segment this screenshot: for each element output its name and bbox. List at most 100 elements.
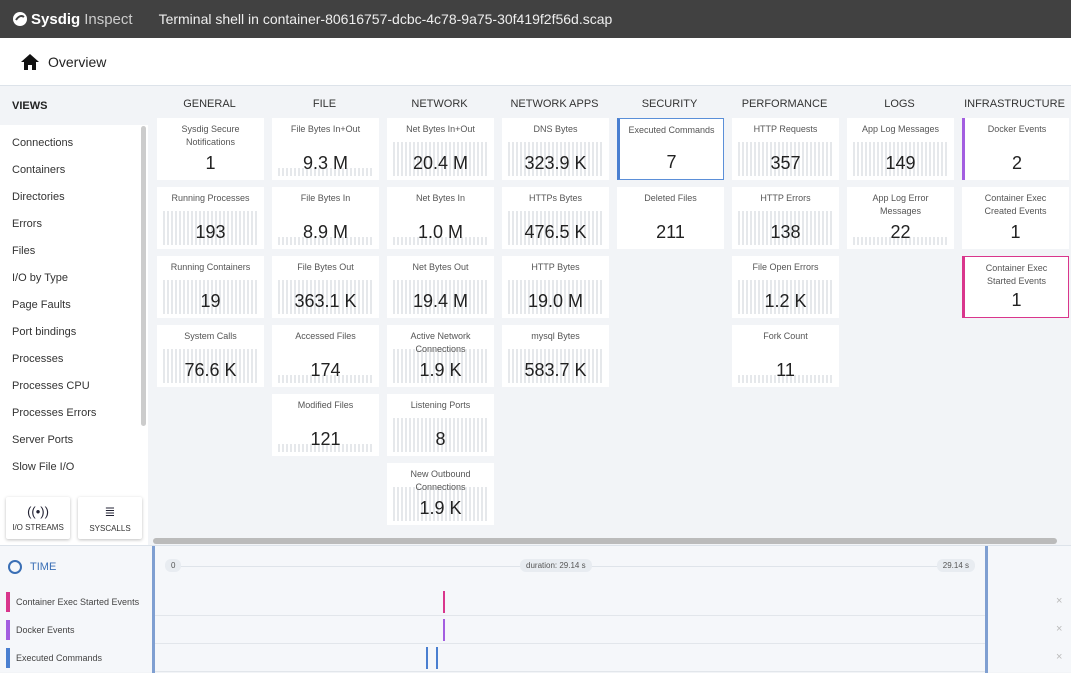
tile-name: App Log Error Messages [872,193,929,216]
tile-value: 20.4 M [412,153,469,173]
metric-tile[interactable]: Net Bytes Out 19.4 M [387,256,494,318]
tile-value: 193 [195,222,226,242]
tile-name: HTTP Requests [753,124,818,134]
metric-tile[interactable]: File Bytes In 8.9 M [272,187,379,249]
timeline-row-label[interactable]: Executed Commands [6,648,102,668]
tile-name: Net Bytes In [415,193,466,203]
metric-tile[interactable]: Net Bytes In+Out 20.4 M [387,118,494,180]
file-title: Terminal shell in container-80616757-dcb… [158,11,613,27]
metric-tile[interactable]: HTTP Requests 357 [732,118,839,180]
metric-tile[interactable]: Accessed Files 174 [272,325,379,387]
sidebar-item-slow-file-i-o[interactable]: Slow File I/O [0,455,148,482]
metric-tile[interactable]: Active Network Connections 1.9 K [387,325,494,387]
time-axis: 0 duration: 29.14 s 29.14 s [165,559,975,572]
button-label: SYSCALLS [89,524,131,533]
tile-name: Container Exec Created Events [984,193,1047,216]
sidebar-item-spy-users[interactable]: Spy Users [0,482,148,485]
title-bar: Sysdig Inspect Terminal shell in containe… [0,0,1071,38]
tile-name: File Bytes In+Out [290,124,361,134]
tile-value: 1 [1011,290,1022,310]
metric-tile[interactable]: New Outbound Connections 1.9 K [387,463,494,525]
metric-tile[interactable]: HTTP Errors 138 [732,187,839,249]
time-header: TIME [8,560,56,574]
tile-value: 22 [890,222,911,242]
timeline-row-label[interactable]: Container Exec Started Events [6,592,139,612]
metrics-grid: GENERAL Sysdig Secure Notifications 1 Runni… [152,86,1071,538]
time-start: 0 [165,559,182,572]
tile-name: Active Network Connections [410,331,471,354]
button-label: I/O STREAMS [12,523,64,532]
tile-value: 357 [770,153,801,173]
remove-row-close-icon[interactable]: × [1056,651,1062,663]
metric-tile[interactable]: Fork Count 11 [732,325,839,387]
sidebar-item-files[interactable]: Files [0,239,148,266]
metric-tile[interactable]: Docker Events 2 [962,118,1069,180]
breadcrumb: Overview [0,38,1071,86]
metric-tile[interactable]: File Bytes Out 363.1 K [272,256,379,318]
time-label: TIME [30,561,57,573]
tile-name: Accessed Files [295,331,356,341]
column-header-logs: LOGS [884,98,915,110]
remove-row-close-icon[interactable]: × [1056,595,1062,607]
metric-tile[interactable]: Listening Ports 8 [387,394,494,456]
metric-tile[interactable]: mysql Bytes 583.7 K [502,325,609,387]
tile-value: 11 [776,360,795,380]
metric-tile[interactable]: Sysdig Secure Notifications 1 [157,118,264,180]
remove-row-close-icon[interactable]: × [1056,623,1062,635]
event-mark[interactable] [442,591,445,613]
tile-value: 121 [310,429,341,449]
sidebar-item-page-faults[interactable]: Page Faults [0,293,148,320]
tile-value: 1.2 K [764,291,807,311]
metric-tile[interactable]: DNS Bytes 323.9 K [502,118,609,180]
horizontal-scrollbar[interactable] [153,538,1057,544]
tile-value: 19.0 M [527,291,584,311]
tile-value: 583.7 K [524,360,587,380]
timeline-row-label[interactable]: Docker Events [6,620,75,640]
syscalls-button[interactable]: ≣ SYSCALLS [78,497,142,539]
sidebar-item-port-bindings[interactable]: Port bindings [0,320,148,347]
home-icon[interactable] [20,53,40,71]
sidebar-item-processes[interactable]: Processes [0,347,148,374]
io-streams-button[interactable]: ((•)) I/O STREAMS [6,497,70,539]
sidebar-scrollbar[interactable] [141,126,146,426]
event-mark[interactable] [436,647,439,669]
metric-tile[interactable]: HTTPs Bytes 476.5 K [502,187,609,249]
metric-tile[interactable]: Net Bytes In 1.0 M [387,187,494,249]
tile-value: 19.4 M [412,291,469,311]
metric-tile[interactable]: HTTP Bytes 19.0 M [502,256,609,318]
metric-tile[interactable]: Modified Files 121 [272,394,379,456]
sidebar-item-processes-errors[interactable]: Processes Errors [0,401,148,428]
event-mark[interactable] [426,647,429,669]
metric-tile[interactable]: Running Containers 19 [157,256,264,318]
metric-tile[interactable]: App Log Error Messages 22 [847,187,954,249]
metric-tile[interactable]: App Log Messages 149 [847,118,954,180]
sidebar-item-processes-cpu[interactable]: Processes CPU [0,374,148,401]
metric-tile[interactable]: Deleted Files 211 [617,187,724,249]
sidebar-item-errors[interactable]: Errors [0,212,148,239]
sidebar-item-directories[interactable]: Directories [0,185,148,212]
metric-tile[interactable]: Running Processes 193 [157,187,264,249]
broadcast-icon: ((•)) [27,504,49,519]
views-header: VIEWS [0,86,148,125]
metric-tile[interactable]: File Open Errors 1.2 K [732,256,839,318]
metric-tile[interactable]: File Bytes In+Out 9.3 M [272,118,379,180]
metric-tile[interactable]: System Calls 76.6 K [157,325,264,387]
tile-name: Fork Count [763,331,808,341]
event-mark[interactable] [442,619,445,641]
tile-name: DNS Bytes [533,124,578,134]
column-header-security: SECURITY [641,98,698,110]
tile-name: Container Exec Started Events [985,263,1048,286]
breadcrumb-overview[interactable]: Overview [48,54,106,70]
sidebar-item-connections[interactable]: Connections [0,131,148,158]
metric-tile[interactable]: Executed Commands 7 [617,118,724,180]
column-header-network-apps: NETWORK APPS [510,98,599,110]
sidebar-item-i-o-by-type[interactable]: I/O by Type [0,266,148,293]
metric-tile[interactable]: Container Exec Created Events 1 [962,187,1069,249]
sidebar-item-server-ports[interactable]: Server Ports [0,428,148,455]
sidebar-item-containers[interactable]: Containers [0,158,148,185]
tile-value: 476.5 K [524,222,587,242]
metric-tile[interactable]: Container Exec Started Events 1 [962,256,1069,318]
timeline-row: Container Exec Started Events × [0,588,1071,616]
tile-name: Sysdig Secure Notifications [181,124,240,147]
tile-value: 138 [770,222,801,242]
